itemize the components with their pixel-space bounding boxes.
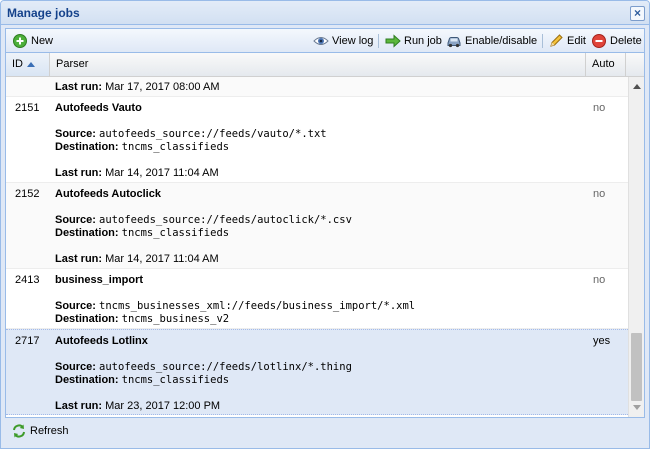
view-log-button[interactable]: View log bbox=[313, 32, 373, 50]
refresh-icon bbox=[11, 423, 27, 439]
delete-label: Delete bbox=[610, 35, 642, 47]
destination-line: Destination: tncms_classifieds bbox=[55, 141, 229, 153]
toolbar-separator bbox=[542, 34, 543, 48]
new-button-label: New bbox=[31, 35, 54, 47]
last-run-line: Last run: Mar 17, 2017 08:00 AM bbox=[55, 81, 219, 93]
last-run-value: Mar 14, 2017 11:04 AM bbox=[105, 167, 219, 179]
last-run-line: Last run: Mar 14, 2017 11:04 AM bbox=[55, 167, 219, 179]
column-header-auto-label: Auto bbox=[592, 58, 615, 70]
source-value: autofeeds_source://feeds/autoclick/*.csv bbox=[99, 214, 352, 226]
auto-value: no bbox=[593, 102, 606, 114]
column-header-id[interactable]: ID bbox=[6, 53, 50, 76]
vertical-scrollbar[interactable] bbox=[628, 77, 644, 417]
add-circle-icon bbox=[12, 33, 28, 49]
source-value: autofeeds_source://feeds/vauto/*.txt bbox=[99, 128, 327, 140]
parser-name: Autofeeds Lotlinx bbox=[55, 335, 148, 347]
source-label: Source: bbox=[55, 361, 96, 373]
scroll-down-icon[interactable] bbox=[633, 405, 641, 410]
source-line: Source: autofeeds_source://feeds/lotlinx… bbox=[55, 361, 352, 373]
source-value: tncms_businesses_xml://feeds/business_im… bbox=[99, 300, 416, 312]
grid-body: Last run: Mar 17, 2017 08:00 AM 2151 Aut… bbox=[6, 77, 628, 417]
destination-value: tncms_classifieds bbox=[121, 227, 230, 239]
job-id: 2717 bbox=[15, 335, 40, 347]
edit-label: Edit bbox=[567, 35, 586, 47]
auto-value: no bbox=[593, 274, 606, 286]
view-log-label: View log bbox=[332, 35, 374, 47]
toolbar: New View log Run job Enable/disable Edit… bbox=[5, 28, 645, 52]
jobs-grid: ID Parser Auto Last run: Mar 17, 2017 08… bbox=[5, 52, 645, 418]
last-run-label: Last run: bbox=[55, 167, 103, 179]
enable-disable-button[interactable]: Enable/disable bbox=[446, 32, 537, 50]
window-title: Manage jobs bbox=[7, 6, 80, 20]
grid-header: ID Parser Auto bbox=[6, 53, 644, 77]
source-label: Source: bbox=[55, 214, 96, 226]
parser-name: Autofeeds Autoclick bbox=[55, 188, 161, 200]
last-run-line: Last run: Mar 14, 2017 11:04 AM bbox=[55, 253, 219, 265]
destination-label: Destination: bbox=[55, 227, 119, 239]
run-job-button[interactable]: Run job bbox=[385, 32, 442, 50]
source-line: Source: tncms_businesses_xml://feeds/bus… bbox=[55, 300, 415, 312]
last-run-value: Mar 17, 2017 08:00 AM bbox=[105, 81, 220, 93]
pencil-icon bbox=[548, 33, 564, 49]
window-titlebar[interactable]: Manage jobs × bbox=[1, 1, 649, 25]
destination-line: Destination: tncms_classifieds bbox=[55, 227, 229, 239]
last-run-value: Mar 23, 2017 12:00 PM bbox=[105, 400, 221, 412]
job-id: 2152 bbox=[15, 188, 40, 200]
refresh-button[interactable]: Refresh bbox=[11, 423, 69, 439]
last-run-label: Last run: bbox=[55, 253, 103, 265]
table-row[interactable]: 2152 Autofeeds Autoclick Source: autofee… bbox=[6, 183, 628, 269]
last-run-value: Mar 14, 2017 11:04 AM bbox=[105, 253, 219, 265]
source-line: Source: autofeeds_source://feeds/autocli… bbox=[55, 214, 352, 226]
close-icon[interactable]: × bbox=[630, 6, 645, 21]
parser-name: Autofeeds Vauto bbox=[55, 102, 142, 114]
column-header-parser-label: Parser bbox=[56, 58, 89, 70]
car-icon bbox=[446, 33, 462, 49]
column-header-id-label: ID bbox=[12, 58, 23, 70]
auto-value: yes bbox=[593, 335, 611, 347]
refresh-label: Refresh bbox=[30, 425, 69, 437]
table-row[interactable]: 2151 Autofeeds Vauto Source: autofeeds_s… bbox=[6, 97, 628, 183]
column-header-parser[interactable]: Parser bbox=[50, 53, 586, 76]
job-id: 2151 bbox=[15, 102, 40, 114]
eye-icon bbox=[313, 33, 329, 49]
table-row-partial[interactable]: Last run: Mar 17, 2017 08:00 AM bbox=[6, 77, 628, 97]
destination-line: Destination: tncms_business_v2 bbox=[55, 313, 229, 325]
last-run-label: Last run: bbox=[55, 81, 103, 93]
run-job-label: Run job bbox=[404, 35, 442, 47]
destination-label: Destination: bbox=[55, 313, 119, 325]
column-header-auto[interactable]: Auto bbox=[586, 53, 626, 76]
destination-value: tncms_classifieds bbox=[121, 141, 230, 153]
destination-value: tncms_business_v2 bbox=[121, 313, 230, 325]
sort-ascending-icon bbox=[27, 61, 35, 67]
delete-circle-icon bbox=[591, 33, 607, 49]
auto-value: no bbox=[593, 188, 606, 200]
last-run-label: Last run: bbox=[55, 400, 103, 412]
destination-label: Destination: bbox=[55, 141, 119, 153]
manage-jobs-window: Manage jobs × New View log Run job Enabl… bbox=[0, 0, 650, 449]
edit-button[interactable]: Edit bbox=[548, 32, 586, 50]
footer-toolbar: Refresh bbox=[5, 419, 645, 445]
scroll-up-icon[interactable] bbox=[633, 84, 641, 89]
parser-name: business_import bbox=[55, 274, 144, 286]
source-label: Source: bbox=[55, 128, 96, 140]
destination-line: Destination: tncms_classifieds bbox=[55, 374, 229, 386]
destination-value: tncms_classifieds bbox=[121, 374, 230, 386]
toolbar-separator bbox=[378, 34, 379, 48]
table-row-selected[interactable]: 2717 Autofeeds Lotlinx Source: autofeeds… bbox=[6, 329, 628, 415]
source-label: Source: bbox=[55, 300, 96, 312]
last-run-line: Last run: Mar 23, 2017 12:00 PM bbox=[55, 400, 220, 412]
table-row[interactable]: 2413 business_import Source: tncms_busin… bbox=[6, 269, 628, 329]
enable-disable-label: Enable/disable bbox=[465, 35, 538, 47]
new-button[interactable]: New bbox=[12, 32, 53, 50]
destination-label: Destination: bbox=[55, 374, 119, 386]
delete-button[interactable]: Delete bbox=[591, 32, 642, 50]
arrow-right-icon bbox=[385, 33, 401, 49]
source-value: autofeeds_source://feeds/lotlinx/*.thing bbox=[99, 361, 352, 373]
scrollbar-thumb[interactable] bbox=[631, 333, 642, 401]
source-line: Source: autofeeds_source://feeds/vauto/*… bbox=[55, 128, 327, 140]
job-id: 2413 bbox=[15, 274, 40, 286]
